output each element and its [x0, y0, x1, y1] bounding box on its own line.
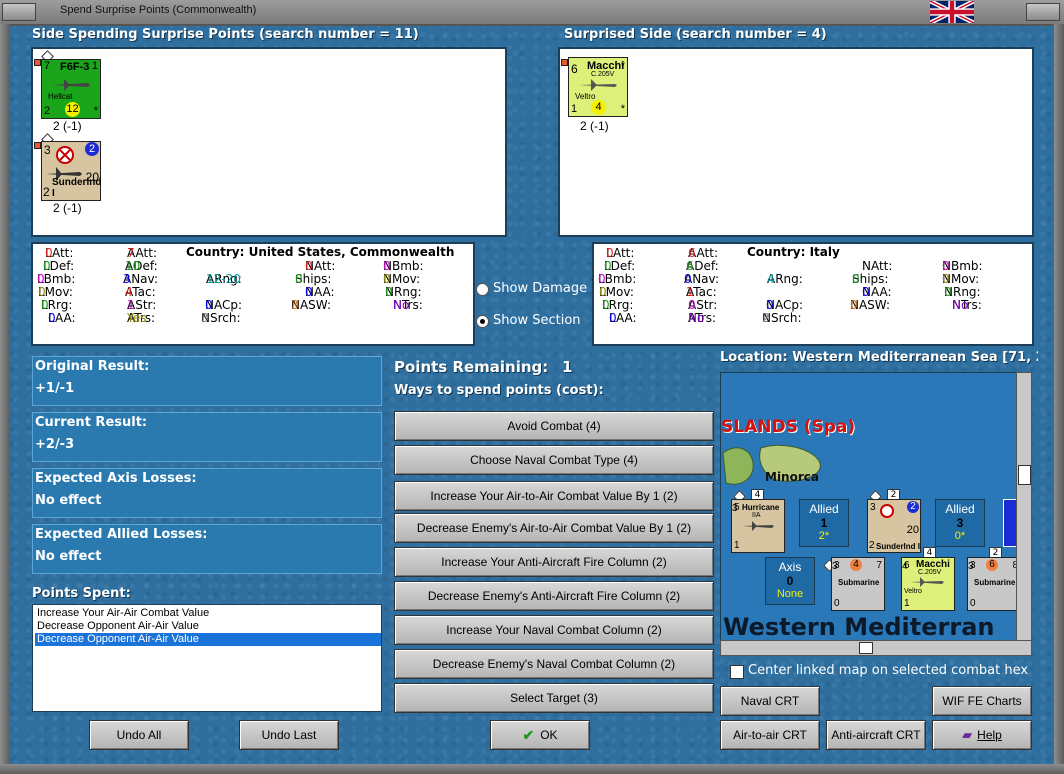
center-linked-checkbox[interactable]	[730, 665, 744, 679]
decrease-enemy-naval-combat-button[interactable]: Decrease Enemy's Naval Combat Column (2)	[394, 649, 714, 679]
air-to-air-crt-button[interactable]: Air-to-air CRT	[720, 720, 820, 750]
axis-losses-value: No effect	[35, 493, 102, 508]
window-title: Spend Surprise Points (Commonwealth)	[60, 4, 257, 16]
current-result-value: +2/-3	[35, 437, 75, 452]
left-frame	[0, 24, 10, 774]
ok-button[interactable]: ✔ OK	[490, 720, 590, 750]
points-remaining-label: Points Remaining:	[394, 358, 549, 376]
surprised-side-stats: LAtt: 0 LDef: 0 LBmb: 0 LMov: 0 LRrg: 0 …	[592, 242, 1034, 346]
plane-icon	[742, 521, 774, 531]
surprised-side-units-box: 6 Macchi C.205V * Veltro 1 4 * 2 (-1)	[558, 47, 1034, 237]
increase-naval-combat-button[interactable]: Increase Your Naval Combat Column (2)	[394, 615, 714, 645]
region-label: SLANDS (Spa)	[721, 417, 856, 437]
sunderland-map-counter[interactable]: 3 2 20 2 Sunderlnd I	[867, 499, 921, 553]
allied-info-box: Allied 1 2*	[799, 499, 849, 547]
country-label: Country: United States, Commonwealth	[186, 245, 455, 259]
macchi-counter[interactable]: 6 Macchi C.205V * Veltro 1 4 *	[568, 57, 628, 117]
axis-losses-box: Expected Axis Losses: No effect	[32, 468, 382, 518]
unit-flag-icon	[561, 59, 568, 66]
select-target-button[interactable]: Select Target (3)	[394, 683, 714, 713]
horizontal-scroll-thumb[interactable]	[859, 642, 873, 654]
location-label: Location: Western Mediterranean Sea [71,…	[720, 350, 1038, 365]
roundel-icon	[56, 146, 74, 164]
close-button[interactable]	[1026, 3, 1060, 21]
undo-last-button[interactable]: Undo Last	[239, 720, 339, 750]
show-section-label[interactable]: Show Section	[493, 313, 581, 328]
plane-icon	[579, 79, 617, 91]
sunderland-counter[interactable]: 3 2 20 2 Sunderlnd I	[41, 141, 101, 201]
show-section-radio[interactable]	[476, 315, 489, 328]
undo-all-button[interactable]: Undo All	[89, 720, 189, 750]
map-vertical-scrollbar[interactable]	[1016, 372, 1032, 642]
choose-naval-combat-type-button[interactable]: Choose Naval Combat Type (4)	[394, 445, 714, 475]
hellcat-counter[interactable]: 7 F6F-3 1 Hellcat 2 12 *	[41, 59, 101, 119]
list-item-selected[interactable]: Decrease Opponent Air-Air Value	[35, 633, 381, 646]
hex-map[interactable]: SLANDS (Spa) Minorca 4 5 Hurricane IIA 1…	[720, 372, 1020, 642]
spending-side-units-box: 7 F6F-3 1 Hellcat 2 12 * 2 (-1) 3 2 20 2…	[31, 47, 507, 237]
help-book-icon: ▰	[962, 727, 973, 742]
submarine-counter[interactable]: 3 6 8 Submarine 0 3	[967, 557, 1019, 611]
points-remaining-value: 1	[562, 358, 573, 376]
avoid-combat-button[interactable]: Avoid Combat (4)	[394, 411, 714, 441]
vertical-scroll-thumb[interactable]	[1018, 465, 1031, 485]
macchi-map-counter[interactable]: 6 Macchi C.205V Veltro 1 4	[901, 557, 955, 611]
naval-crt-button[interactable]: Naval CRT	[720, 686, 820, 716]
sea-zone-label: Western Mediterran	[723, 613, 995, 641]
map-horizontal-scrollbar[interactable]	[720, 640, 1032, 656]
current-result-box: Current Result: +2/-3	[32, 412, 382, 462]
anti-aircraft-crt-button[interactable]: Anti-aircraft CRT	[826, 720, 926, 750]
roundel-icon	[880, 504, 894, 518]
allied-losses-box: Expected Allied Losses: No effect	[32, 524, 382, 574]
country-label: Country: Italy	[747, 245, 840, 259]
spending-side-header: Side Spending Surprise Points (search nu…	[32, 27, 419, 42]
ways-to-spend-label: Ways to spend points (cost):	[394, 383, 604, 398]
axis-info-box: Axis 0 None	[765, 557, 815, 605]
checkmark-icon: ✔	[522, 726, 535, 743]
list-item[interactable]: Decrease Opponent Air-Air Value	[35, 620, 381, 633]
unit-flag-icon	[34, 59, 41, 66]
islands-terrain	[722, 444, 821, 485]
unit-caption: 2 (-1)	[53, 119, 82, 133]
uk-flag-icon	[930, 1, 974, 23]
plane-icon	[52, 79, 90, 91]
submarine-counter[interactable]: 3 4 7 Submarine 0 3	[831, 557, 885, 611]
right-frame	[1054, 24, 1064, 774]
show-damage-label[interactable]: Show Damage	[493, 281, 587, 296]
original-result-value: +1/-1	[35, 381, 75, 396]
unit-caption: 2 (-1)	[53, 201, 82, 215]
help-button[interactable]: ▰ Help	[932, 720, 1032, 750]
decrease-enemy-air-to-air-button[interactable]: Decrease Enemy's Air-to-Air Combat Value…	[394, 513, 714, 543]
center-linked-label[interactable]: Center linked map on selected combat hex	[748, 663, 1028, 678]
bottom-frame	[0, 764, 1064, 774]
wif-fe-charts-button[interactable]: WIF FE Charts	[932, 686, 1032, 716]
increase-aa-fire-button[interactable]: Increase Your Anti-Aircraft Fire Column …	[394, 547, 714, 577]
points-spent-list[interactable]: Increase Your Air-Air Combat Value Decre…	[32, 604, 382, 712]
spending-side-stats: LAtt: 0 LDef: 0 LBmb: 0 LMov: 0 LRrg: 0 …	[31, 242, 475, 346]
island-label: Minorca	[765, 470, 819, 484]
allied-losses-value: No effect	[35, 549, 102, 564]
list-item[interactable]: Increase Your Air-Air Combat Value	[35, 607, 381, 620]
increase-air-to-air-button[interactable]: Increase Your Air-to-Air Combat Value By…	[394, 481, 714, 511]
hurricane-counter[interactable]: 5 Hurricane IIA 1 3	[731, 499, 785, 553]
window-menu-button[interactable]	[2, 3, 36, 21]
decrease-enemy-aa-fire-button[interactable]: Decrease Enemy's Anti-Aircraft Fire Colu…	[394, 581, 714, 611]
show-damage-radio[interactable]	[476, 283, 489, 296]
plane-icon	[910, 577, 944, 587]
original-result-box: Original Result: +1/-1	[32, 356, 382, 406]
allied-info-box: Allied 3 0*	[935, 499, 985, 547]
unit-caption: 2 (-1)	[580, 119, 609, 133]
points-spent-label: Points Spent:	[32, 586, 131, 601]
title-bar: Spend Surprise Points (Commonwealth)	[0, 0, 1064, 26]
unit-flag-icon	[34, 142, 41, 149]
surprised-side-header: Surprised Side (search number = 4)	[564, 27, 827, 42]
